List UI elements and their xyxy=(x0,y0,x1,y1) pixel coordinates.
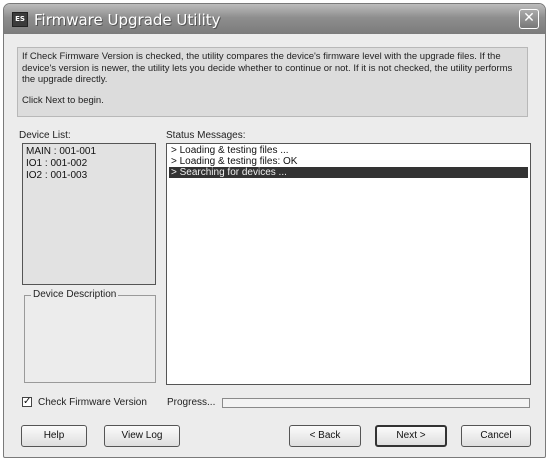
status-messages-label: Status Messages: xyxy=(166,130,246,141)
check-firmware-checkbox[interactable]: ✓ xyxy=(22,397,32,407)
progress-bar xyxy=(222,398,530,408)
status-message[interactable]: > Loading & testing files ... xyxy=(169,145,528,156)
info-prompt: Click Next to begin. xyxy=(22,94,104,106)
check-firmware-label[interactable]: Check Firmware Version xyxy=(38,397,147,408)
device-description-group: Device Description xyxy=(24,289,156,383)
check-icon: ✓ xyxy=(23,396,32,407)
cancel-button[interactable]: Cancel xyxy=(461,425,531,447)
device-description-label: Device Description xyxy=(31,289,119,300)
firmware-upgrade-window: ES Firmware Upgrade Utility ✕ If Check F… xyxy=(3,3,546,458)
info-text: If Check Firmware Version is checked, th… xyxy=(22,51,513,85)
device-list-item[interactable]: IO2 : 001-003 xyxy=(26,170,152,182)
back-button[interactable]: < Back xyxy=(289,425,361,447)
help-button[interactable]: Help xyxy=(21,425,87,447)
next-button[interactable]: Next > xyxy=(375,425,447,447)
status-message[interactable]: > Loading & testing files: OK xyxy=(169,156,528,167)
device-list-item[interactable]: IO1 : 001-002 xyxy=(26,158,152,170)
app-logo-icon: ES xyxy=(12,12,28,27)
device-list[interactable]: MAIN : 001-001 IO1 : 001-002 IO2 : 001-0… xyxy=(22,143,156,285)
close-icon[interactable]: ✕ xyxy=(519,9,539,29)
window-title: Firmware Upgrade Utility xyxy=(34,11,221,29)
progress-label: Progress... xyxy=(167,397,216,408)
status-messages-box[interactable]: > Loading & testing files ... > Loading … xyxy=(166,143,531,385)
device-list-item[interactable]: MAIN : 001-001 xyxy=(26,146,152,158)
title-bar[interactable]: ES Firmware Upgrade Utility ✕ xyxy=(4,4,545,34)
device-list-label: Device List: xyxy=(19,130,71,141)
status-message-selected[interactable]: > Searching for devices ... xyxy=(169,167,528,178)
view-log-button[interactable]: View Log xyxy=(104,425,180,447)
info-panel: If Check Firmware Version is checked, th… xyxy=(17,47,528,117)
